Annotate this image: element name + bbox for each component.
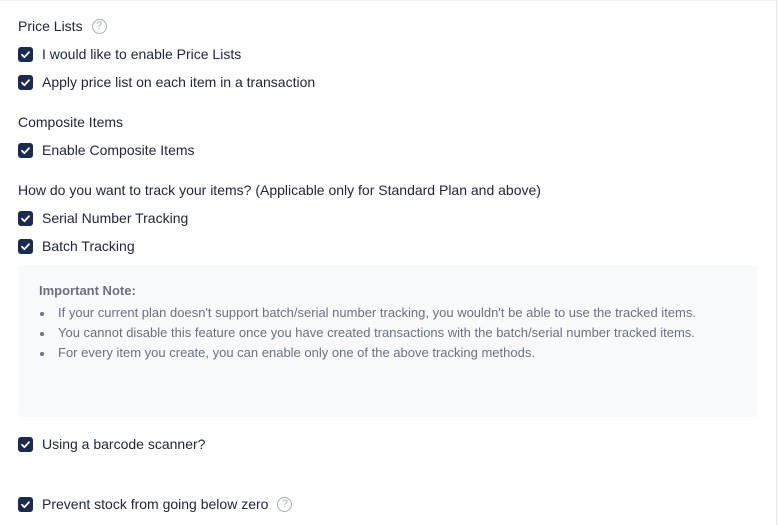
barcode-scanner-checkbox[interactable] <box>18 436 33 452</box>
barcode-scanner-label: Using a barcode scanner? <box>42 436 206 452</box>
apply-price-list-label: Apply price list on each item in a trans… <box>42 74 316 90</box>
price-lists-heading-row: Price Lists ? <box>18 17 107 35</box>
checkmark-icon <box>21 242 30 250</box>
help-icon[interactable]: ? <box>277 496 293 512</box>
item-preferences-panel: Price Lists ? I would like to enable Pri… <box>0 0 777 525</box>
checkmark-icon <box>21 146 30 154</box>
enable-composite-items-checkbox[interactable] <box>18 142 33 158</box>
batch-tracking-checkbox[interactable] <box>18 238 33 254</box>
important-note-box: Important Note: If your current plan doe… <box>18 265 757 417</box>
checkmark-icon <box>21 214 30 222</box>
important-note-title: Important Note: <box>39 283 136 298</box>
enable-price-lists-checkbox[interactable] <box>18 46 33 62</box>
batch-tracking-option[interactable]: Batch Tracking <box>18 237 135 255</box>
checkmark-icon <box>21 78 30 86</box>
serial-number-tracking-checkbox[interactable] <box>18 210 33 226</box>
important-note-list: If your current plan doesn't support bat… <box>39 303 736 363</box>
important-note-item: For every item you create, you can enabl… <box>39 343 736 363</box>
checkmark-icon <box>21 440 30 448</box>
prevent-negative-stock-option[interactable]: Prevent stock from going below zero ? <box>18 495 293 513</box>
important-note-item: If your current plan doesn't support bat… <box>39 303 736 323</box>
apply-price-list-checkbox[interactable] <box>18 74 33 90</box>
tracking-heading: How do you want to track your items? (Ap… <box>18 182 541 198</box>
help-icon[interactable]: ? <box>91 18 107 34</box>
serial-number-tracking-option[interactable]: Serial Number Tracking <box>18 209 188 227</box>
barcode-scanner-option[interactable]: Using a barcode scanner? <box>18 435 205 453</box>
batch-tracking-label: Batch Tracking <box>42 238 135 254</box>
checkmark-icon <box>21 50 30 58</box>
enable-composite-items-label: Enable Composite Items <box>42 142 195 158</box>
serial-number-tracking-label: Serial Number Tracking <box>42 210 189 226</box>
enable-price-lists-label: I would like to enable Price Lists <box>42 46 242 62</box>
prevent-negative-stock-checkbox[interactable] <box>18 496 33 512</box>
apply-price-list-option[interactable]: Apply price list on each item in a trans… <box>18 73 315 91</box>
checkmark-icon <box>21 500 30 508</box>
price-lists-heading: Price Lists <box>18 18 83 34</box>
prevent-negative-stock-label: Prevent stock from going below zero <box>42 496 269 512</box>
enable-price-lists-option[interactable]: I would like to enable Price Lists <box>18 45 241 63</box>
enable-composite-items-option[interactable]: Enable Composite Items <box>18 141 195 159</box>
important-note-item: You cannot disable this feature once you… <box>39 323 736 343</box>
composite-items-heading: Composite Items <box>18 114 124 130</box>
